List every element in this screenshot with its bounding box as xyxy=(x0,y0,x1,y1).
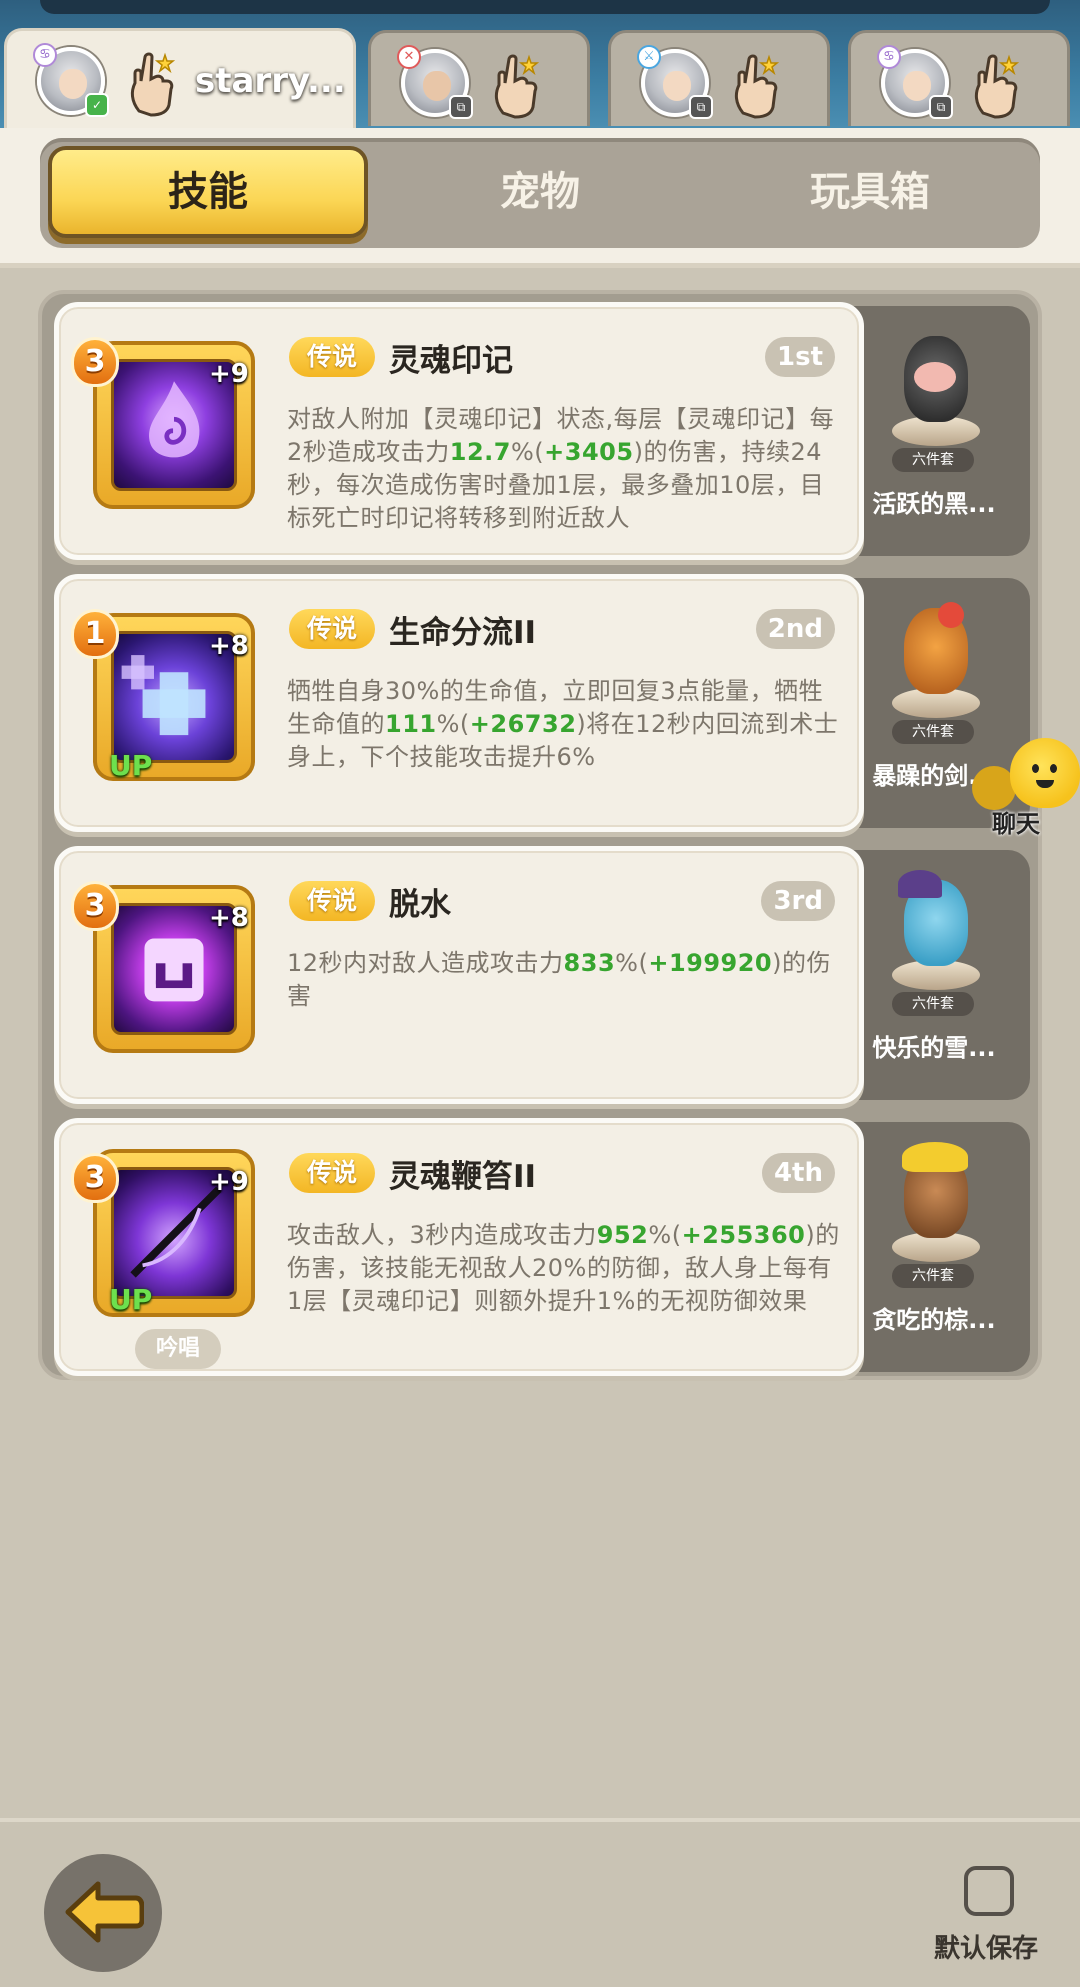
skill-rank: 4th xyxy=(761,1153,835,1193)
player-tab-3[interactable]: ⚔ ⧉ xyxy=(608,30,830,126)
default-save-toggle[interactable]: 默认保存 xyxy=(934,1866,1054,1966)
skill-rank: 3rd xyxy=(761,881,835,921)
avatar-face xyxy=(59,69,87,99)
skill-card-4[interactable]: 六件套 贪吃的棕... 3 +9 UP 吟唱 传说 灵魂鞭笞II 4th 攻击敌… xyxy=(54,1118,1030,1376)
save-checkbox[interactable] xyxy=(964,1866,1014,1916)
skill-card-2[interactable]: 六件套 暴躁的剑... 1 +8 UP 传说 生命分流II 2nd 牺牲自身30… xyxy=(54,574,1030,832)
suit-name: 快乐的雪... xyxy=(872,1034,996,1062)
skill-description: 对敌人附加【灵魂印记】状态,每层【灵魂印记】每2秒造成攻击力12.7%(+340… xyxy=(287,405,835,532)
player-tab-2[interactable]: ✕ ⧉ xyxy=(368,30,590,126)
avatar-face xyxy=(903,71,931,101)
avatar: ♋ ⧉ xyxy=(877,45,953,119)
class-icon: ⚔ xyxy=(637,45,661,69)
skill-plus-level: +8 xyxy=(209,631,249,661)
chat-face-icon xyxy=(1010,738,1080,808)
rarity-tag: 传说 xyxy=(289,1153,375,1193)
skill-name: 灵魂印记 xyxy=(389,343,513,379)
rarity-tag: 传说 xyxy=(289,881,375,921)
upgrade-tag: UP xyxy=(109,749,153,782)
skill-name: 生命分流II xyxy=(389,615,537,651)
upgrade-tag: UP xyxy=(109,1283,153,1316)
chat-label: 聊天 xyxy=(992,810,1040,838)
tab-skills[interactable]: 技能 xyxy=(48,146,368,238)
avatar: ⚔ ⧉ xyxy=(637,45,713,119)
skill-level-badge: 3 xyxy=(71,1153,119,1203)
like-hand-icon xyxy=(130,52,176,117)
class-icon: ♋ xyxy=(33,43,57,67)
suit-figure xyxy=(884,1142,984,1262)
player-tab-1[interactable]: ♋ ✓ starry... xyxy=(4,28,356,128)
offline-status-icon: ⧉ xyxy=(449,95,473,119)
category-panel: 技能 宠物 玩具箱 xyxy=(0,128,1080,268)
like-hand-icon xyxy=(974,54,1020,119)
chant-tag: 吟唱 xyxy=(135,1329,221,1369)
suit-tag: 六件套 xyxy=(892,448,974,472)
top-dark-bar xyxy=(40,0,1050,14)
skill-card-3[interactable]: 六件套 快乐的雪... 3 +8 传说 脱水 3rd 12秒内对敌人造成攻击力8… xyxy=(54,846,1030,1104)
skill-level-badge: 3 xyxy=(71,337,119,387)
suit-figure xyxy=(884,598,984,718)
player-tabs: ♋ ✓ starry... ✕ ⧉ ⚔ ⧉ ♋ ⧉ xyxy=(0,28,1080,128)
avatar-face xyxy=(423,71,451,101)
offline-status-icon: ⧉ xyxy=(689,95,713,119)
skill-main: 1 +8 UP 传说 生命分流II 2nd 牺牲自身30%的生命值，立即回复3点… xyxy=(54,574,864,832)
back-button[interactable] xyxy=(44,1854,162,1972)
suit-figure xyxy=(884,326,984,446)
skill-card-1[interactable]: 六件套 活跃的黑... 3 +9 传说 灵魂印记 1st 对敌人附加【灵魂印记】… xyxy=(54,302,1030,560)
avatar-face xyxy=(663,71,691,101)
tab-pets[interactable]: 宠物 xyxy=(380,146,700,238)
chat-button[interactable]: 聊天 xyxy=(972,738,1080,838)
skill-plus-level: +9 xyxy=(209,359,249,389)
save-label: 默认保存 xyxy=(934,1934,1039,1964)
bottom-bar: 默认保存 xyxy=(0,1818,1080,1987)
skill-list: 六件套 活跃的黑... 3 +9 传说 灵魂印记 1st 对敌人附加【灵魂印记】… xyxy=(38,290,1042,1380)
skill-description: 12秒内对敌人造成攻击力833%(+199920)的伤害 xyxy=(287,949,832,1010)
online-status-icon: ✓ xyxy=(85,93,109,117)
avatar: ♋ ✓ xyxy=(33,43,109,117)
skill-name: 脱水 xyxy=(389,887,451,923)
rarity-tag: 传说 xyxy=(289,609,375,649)
skill-description: 攻击敌人，3秒内造成攻击力952%(+255360)的伤害，该技能无视敌人20%… xyxy=(287,1221,840,1315)
suit-tag: 六件套 xyxy=(892,1264,974,1288)
skill-name: 灵魂鞭笞II xyxy=(389,1159,537,1195)
suit-tag: 六件套 xyxy=(892,720,974,744)
skill-main: 3 +9 UP 吟唱 传说 灵魂鞭笞II 4th 攻击敌人，3秒内造成攻击力95… xyxy=(54,1118,864,1376)
avatar: ✕ ⧉ xyxy=(397,45,473,119)
skill-level-badge: 3 xyxy=(71,881,119,931)
class-icon: ✕ xyxy=(397,45,421,69)
rarity-tag: 传说 xyxy=(289,337,375,377)
skill-rank: 1st xyxy=(765,337,835,377)
player-name: starry... xyxy=(195,61,346,101)
back-arrow-icon xyxy=(65,1881,144,1943)
like-hand-icon xyxy=(734,54,780,119)
class-icon: ♋ xyxy=(877,45,901,69)
suit-figure xyxy=(884,870,984,990)
like-hand-icon xyxy=(494,54,540,119)
skill-plus-level: +9 xyxy=(209,1167,249,1197)
skill-level-badge: 1 xyxy=(71,609,119,659)
skill-main: 3 +9 传说 灵魂印记 1st 对敌人附加【灵魂印记】状态,每层【灵魂印记】每… xyxy=(54,302,864,560)
player-tab-4[interactable]: ♋ ⧉ xyxy=(848,30,1070,126)
skill-main: 3 +8 传说 脱水 3rd 12秒内对敌人造成攻击力833%(+199920)… xyxy=(54,846,864,1104)
skill-description: 牺牲自身30%的生命值，立即回复3点能量，牺牲生命值的111%(+26732)将… xyxy=(287,677,839,771)
suit-name: 活跃的黑... xyxy=(872,490,996,518)
category-tab-bar: 技能 宠物 玩具箱 xyxy=(40,138,1040,248)
offline-status-icon: ⧉ xyxy=(929,95,953,119)
skill-plus-level: +8 xyxy=(209,903,249,933)
skill-rank: 2nd xyxy=(755,609,835,649)
tab-toybox[interactable]: 玩具箱 xyxy=(710,146,1030,238)
suit-name: 贪吃的棕... xyxy=(872,1306,996,1334)
suit-tag: 六件套 xyxy=(892,992,974,1016)
